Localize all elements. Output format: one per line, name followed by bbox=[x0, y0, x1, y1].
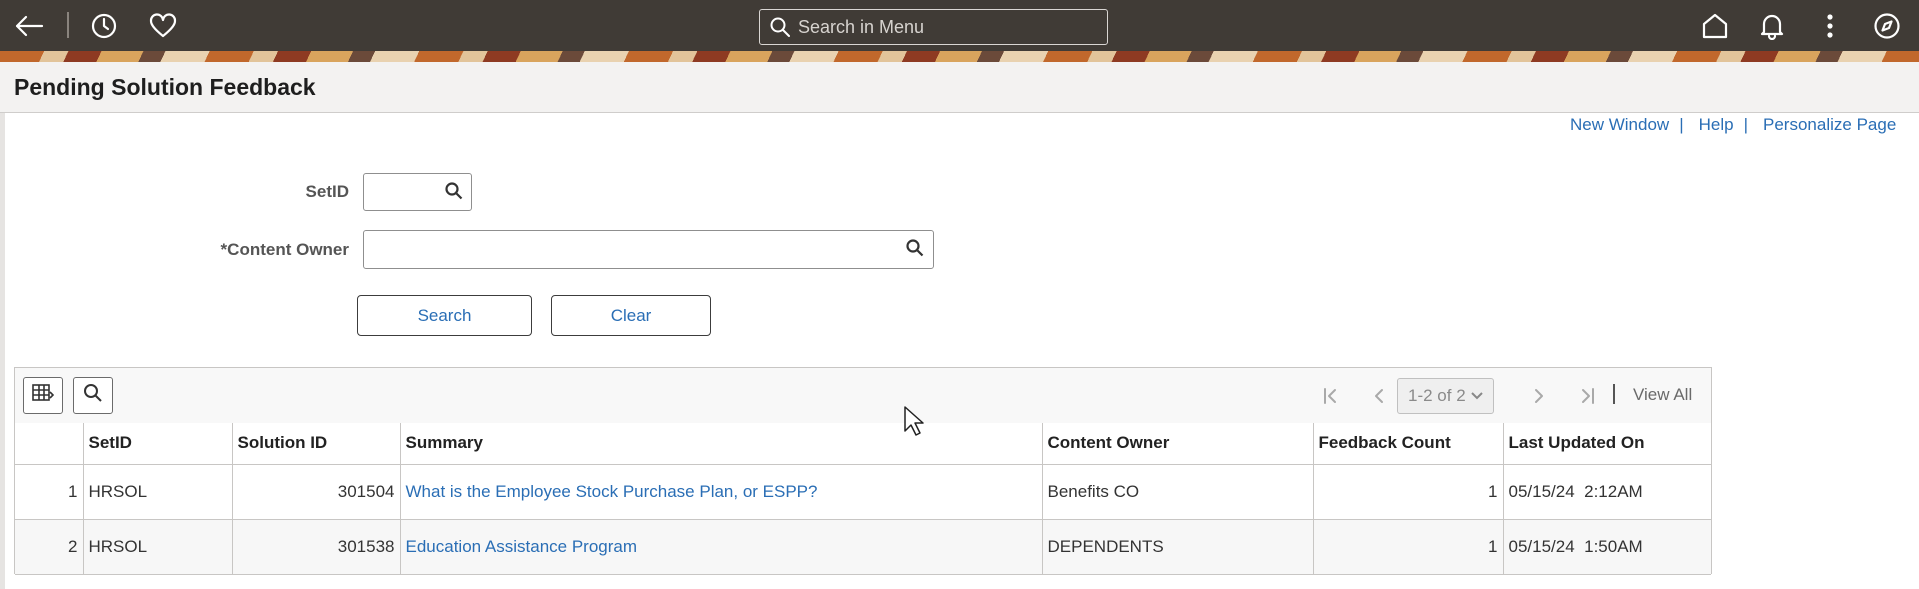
content-owner-cell: DEPENDENTS bbox=[1042, 519, 1314, 575]
previous-page-icon[interactable] bbox=[1367, 384, 1391, 408]
row-number: 1 bbox=[15, 464, 84, 520]
setid-cell: HRSOL bbox=[83, 519, 233, 575]
setid-cell: HRSOL bbox=[83, 464, 233, 520]
grid-settings-icon bbox=[32, 383, 55, 408]
next-page-icon[interactable] bbox=[1527, 384, 1551, 408]
link-separator: | bbox=[1743, 115, 1749, 134]
page-range-text: 1-2 of 2 bbox=[1408, 386, 1466, 405]
clear-button[interactable]: Clear bbox=[551, 295, 711, 336]
summary-link[interactable]: What is the Employee Stock Purchase Plan… bbox=[406, 482, 818, 501]
search-button[interactable]: Search bbox=[357, 295, 532, 336]
summary-link[interactable]: Education Assistance Program bbox=[406, 537, 638, 556]
personalize-page-link[interactable]: Personalize Page bbox=[1763, 115, 1896, 134]
table-header-row: SetID Solution ID Summary Content Owner … bbox=[15, 423, 1711, 465]
left-edge-strip bbox=[0, 113, 5, 589]
page-links: New Window | Help | Personalize Page bbox=[1570, 115, 1896, 135]
column-header-last-updated-on[interactable]: Last Updated On bbox=[1503, 423, 1711, 465]
column-header-solution-id[interactable]: Solution ID bbox=[232, 423, 401, 465]
column-header-summary[interactable]: Summary bbox=[400, 423, 1043, 465]
first-page-icon[interactable] bbox=[1318, 384, 1342, 408]
lookup-search-icon[interactable] bbox=[906, 239, 926, 259]
header-divider bbox=[67, 12, 69, 38]
column-header-feedback-count[interactable]: Feedback Count bbox=[1313, 423, 1504, 465]
notifications-bell-icon[interactable] bbox=[1757, 11, 1787, 41]
column-header-row-number bbox=[15, 423, 84, 465]
feedback-count-cell: 1 bbox=[1313, 519, 1504, 575]
page-range-dropdown[interactable]: 1-2 of 2 bbox=[1397, 378, 1494, 414]
decorative-banner bbox=[0, 51, 1919, 62]
content-owner-label: *Content Owner bbox=[220, 240, 349, 259]
home-icon[interactable] bbox=[1700, 11, 1730, 41]
back-arrow-icon[interactable] bbox=[14, 11, 44, 41]
row-number: 2 bbox=[15, 519, 84, 575]
summary-cell: What is the Employee Stock Purchase Plan… bbox=[400, 464, 1043, 520]
top-navigation-bar bbox=[0, 0, 1919, 51]
view-all-link[interactable]: View All bbox=[1633, 385, 1692, 405]
last-updated-cell: 05/15/24 2:12AM bbox=[1503, 464, 1711, 520]
table-row[interactable]: 2 HRSOL 301538 Education Assistance Prog… bbox=[15, 519, 1711, 575]
link-separator: | bbox=[1679, 115, 1684, 134]
help-link[interactable]: Help bbox=[1699, 115, 1734, 134]
menu-search-input[interactable] bbox=[796, 15, 1100, 39]
navbar-compass-icon[interactable] bbox=[1872, 11, 1902, 41]
new-window-link[interactable]: New Window bbox=[1570, 115, 1669, 134]
page-title: Pending Solution Feedback bbox=[14, 74, 316, 100]
actions-menu-icon[interactable] bbox=[1815, 11, 1845, 41]
solution-id-cell: 301538 bbox=[232, 519, 401, 575]
results-table: SetID Solution ID Summary Content Owner … bbox=[15, 423, 1711, 575]
personalize-grid-button[interactable] bbox=[23, 377, 63, 414]
summary-cell: Education Assistance Program bbox=[400, 519, 1043, 575]
content-owner-input[interactable] bbox=[364, 231, 887, 270]
history-icon[interactable] bbox=[89, 11, 119, 41]
content-owner-field[interactable] bbox=[363, 230, 934, 270]
column-header-content-owner[interactable]: Content Owner bbox=[1042, 423, 1314, 465]
content-owner-cell: Benefits CO bbox=[1042, 464, 1314, 520]
last-updated-cell: 05/15/24 1:50AM bbox=[1503, 519, 1711, 575]
page-title-bar: Pending Solution Feedback bbox=[0, 62, 1919, 113]
search-icon bbox=[83, 383, 103, 408]
chevron-down-icon bbox=[1469, 387, 1485, 408]
lookup-search-icon[interactable] bbox=[445, 182, 465, 202]
solution-id-cell: 301504 bbox=[232, 464, 401, 520]
mouse-pointer-icon bbox=[903, 405, 925, 442]
feedback-count-cell: 1 bbox=[1313, 464, 1504, 520]
last-page-icon[interactable] bbox=[1576, 384, 1600, 408]
search-icon bbox=[770, 17, 790, 37]
favorites-heart-icon[interactable] bbox=[148, 11, 178, 41]
toolbar-divider bbox=[1613, 384, 1615, 404]
results-grid: 1-2 of 2 View All SetID Solution ID Summ… bbox=[14, 367, 1712, 575]
setid-field[interactable] bbox=[363, 173, 472, 212]
setid-label: SetID bbox=[305, 182, 349, 201]
find-in-grid-button[interactable] bbox=[73, 377, 113, 414]
grid-toolbar: 1-2 of 2 View All bbox=[15, 368, 1711, 424]
column-header-setid[interactable]: SetID bbox=[83, 423, 233, 465]
menu-search-box[interactable] bbox=[759, 9, 1108, 45]
table-row[interactable]: 1 HRSOL 301504 What is the Employee Stoc… bbox=[15, 464, 1711, 520]
